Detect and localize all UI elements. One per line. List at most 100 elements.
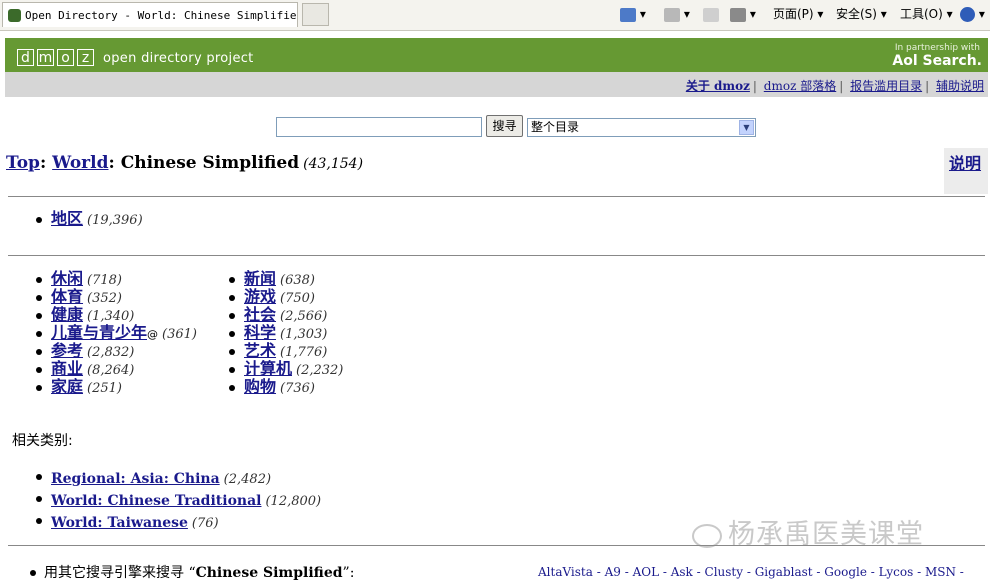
category-count: (2,832) <box>87 345 135 360</box>
category-list-left: 休闲 (718) 体育 (352) 健康 (1,340) 儿童与青少年@ (361) 参考 (2,… <box>36 270 197 396</box>
help-button[interactable]: ▾ <box>960 5 985 23</box>
page-menu[interactable]: 页面(P) ▾ <box>773 5 823 23</box>
list-item: Regional: Asia: China (2,482) <box>36 467 321 489</box>
top-nav-links: 关于 dmoz | dmoz 部落格 | 报告滥用目录 | 辅助说明 <box>685 79 984 93</box>
aol-search-logo[interactable]: Aol Search. <box>892 53 982 69</box>
list-item: 健康 (1,340) <box>36 306 197 324</box>
list-item: 体育 (352) <box>36 288 197 306</box>
category-link[interactable]: 地区 <box>51 209 83 228</box>
browser-toolbar: Open Directory - World: Chinese Simplifi… <box>0 0 990 31</box>
list-item: 购物 (736) <box>229 378 343 396</box>
help-box: 说明 <box>944 148 988 194</box>
printer-icon <box>730 7 746 22</box>
dmoz-banner: dmoz open directory project In partnersh… <box>5 38 988 72</box>
related-list: Regional: Asia: China (2,482) World: Chine… <box>36 467 321 533</box>
read-mail-button[interactable] <box>703 5 719 23</box>
alias-marker: @ <box>147 328 159 341</box>
list-item: 新闻 (638) <box>229 270 343 288</box>
list-item: 游戏 (750) <box>229 288 343 306</box>
category-link[interactable]: 儿童与青少年 <box>51 323 147 342</box>
list-item: 科学 (1,303) <box>229 324 343 342</box>
search-engine-links[interactable]: AltaVista - A9 - AOL - Ask - Clusty - Gi… <box>538 565 964 579</box>
category-link[interactable]: 休闲 <box>51 269 83 288</box>
other-engines-suffix: ”: <box>342 565 355 581</box>
other-engines-prefix: 用其它搜寻引擎来搜寻 “ <box>44 565 196 581</box>
search-input[interactable] <box>276 117 482 137</box>
category-link[interactable]: 计算机 <box>244 359 292 378</box>
category-count: (361) <box>162 327 197 342</box>
divider <box>8 545 985 546</box>
logo-letter: z <box>77 49 94 66</box>
divider <box>8 196 985 197</box>
breadcrumb: Top: World: Chinese Simplified (43,154) <box>6 153 364 173</box>
nav-about-link[interactable]: 关于 dmoz <box>686 79 750 93</box>
category-link[interactable]: 参考 <box>51 341 83 360</box>
divider <box>8 255 985 256</box>
category-link[interactable]: 科学 <box>244 323 276 342</box>
list-item: 休闲 (718) <box>36 270 197 288</box>
breadcrumb-top-link[interactable]: Top <box>6 153 40 173</box>
tab-title: Open Directory - World: Chinese Simplifi… <box>25 9 298 22</box>
category-count: (1,303) <box>280 327 328 342</box>
nav-help-link[interactable]: 辅助说明 <box>936 79 984 93</box>
search-button[interactable]: 搜寻 <box>486 115 523 137</box>
total-count: (43,154) <box>303 156 364 172</box>
category-link[interactable]: World: Taiwanese <box>51 515 188 531</box>
breadcrumb-world-link[interactable]: World <box>52 153 108 173</box>
safety-menu[interactable]: 安全(S) ▾ <box>836 5 887 23</box>
home-button[interactable]: ▾ <box>620 5 646 23</box>
category-count: (352) <box>87 291 122 306</box>
category-count: (12,800) <box>265 494 322 509</box>
category-list-right: 新闻 (638) 游戏 (750) 社会 (2,566) 科学 (1,303) 艺术 (1,776… <box>229 270 343 396</box>
category-link[interactable]: 社会 <box>244 305 276 324</box>
category-link[interactable]: 体育 <box>51 287 83 306</box>
list-item: 儿童与青少年@ (361) <box>36 324 197 342</box>
site-name: open directory project <box>103 51 254 66</box>
help-link[interactable]: 说明 <box>949 150 981 174</box>
category-count: (2,232) <box>296 363 344 378</box>
browser-tab[interactable]: Open Directory - World: Chinese Simplifi… <box>2 2 298 27</box>
dmoz-favicon-icon <box>8 9 21 22</box>
tools-menu[interactable]: 工具(O) ▾ <box>900 5 953 23</box>
page-menu-label: 页面(P) <box>773 7 814 21</box>
category-link[interactable]: 商业 <box>51 359 83 378</box>
category-link[interactable]: 健康 <box>51 305 83 324</box>
list-item: 社会 (2,566) <box>229 306 343 324</box>
top-nav-bar: 关于 dmoz | dmoz 部落格 | 报告滥用目录 | 辅助说明 <box>5 72 988 97</box>
category-link[interactable]: 新闻 <box>244 269 276 288</box>
category-count: (1,340) <box>87 309 135 324</box>
category-link[interactable]: Regional: Asia: China <box>51 471 220 487</box>
chevron-down-icon[interactable]: ▼ <box>739 120 754 135</box>
dmoz-logo[interactable]: dmoz <box>17 47 97 66</box>
category-count: (638) <box>280 273 315 288</box>
tools-menu-label: 工具(O) <box>900 7 943 21</box>
list-item: 艺术 (1,776) <box>229 342 343 360</box>
list-item: World: Taiwanese (76) <box>36 511 321 533</box>
search-scope-select[interactable]: 整个目录 ▼ <box>527 118 756 137</box>
new-tab-button[interactable] <box>302 3 329 26</box>
feeds-button[interactable]: ▾ <box>664 5 690 23</box>
mail-icon <box>703 7 719 22</box>
home-icon <box>620 7 636 22</box>
nav-blog-link[interactable]: dmoz 部落格 <box>764 79 836 93</box>
print-button[interactable]: ▾ <box>730 5 756 23</box>
category-link[interactable]: World: Chinese Traditional <box>51 493 261 509</box>
logo-letter: d <box>17 49 34 66</box>
engine-link-list[interactable]: AltaVista - A9 - AOL - Ask - Clusty - Gi… <box>538 565 964 579</box>
nav-report-abuse-link[interactable]: 报告滥用目录 <box>850 79 922 93</box>
category-count: (8,264) <box>87 363 135 378</box>
page-title: Chinese Simplified <box>120 153 300 173</box>
wechat-icon <box>692 523 722 548</box>
list-item: World: Chinese Traditional (12,800) <box>36 489 321 511</box>
search-scope-value: 整个目录 <box>531 120 580 134</box>
partner-line: In partnership with <box>894 43 980 53</box>
category-link[interactable]: 游戏 <box>244 287 276 306</box>
category-link[interactable]: 购物 <box>244 377 276 396</box>
logo-letter: m <box>37 49 54 66</box>
category-count: (718) <box>87 273 122 288</box>
search-term: Chinese Simplified <box>195 565 343 581</box>
list-item: 参考 (2,832) <box>36 342 197 360</box>
list-item: 地区 (19,396) <box>36 210 143 228</box>
category-link[interactable]: 家庭 <box>51 377 83 396</box>
category-link[interactable]: 艺术 <box>244 341 276 360</box>
